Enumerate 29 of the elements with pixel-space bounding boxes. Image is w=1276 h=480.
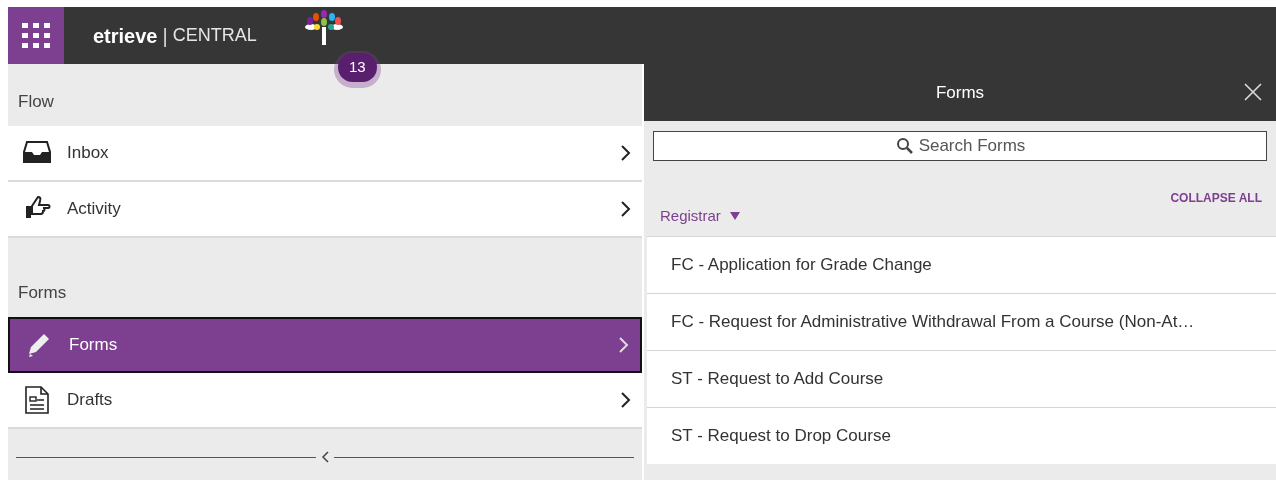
group-toggle[interactable]: Registrar	[660, 205, 740, 228]
sidebar-item[interactable]: Forms	[8, 317, 642, 373]
search-field[interactable]: Search Forms	[653, 131, 1267, 161]
section-heading: Flow	[18, 92, 54, 111]
product-name: CENTRAL	[172, 24, 257, 47]
close-button[interactable]	[1244, 83, 1262, 101]
close-icon	[1244, 83, 1262, 101]
chevron-right-icon	[620, 199, 632, 218]
app-launcher-button[interactable]	[8, 7, 64, 64]
sidebar-item[interactable]: Drafts	[8, 373, 642, 429]
form-list-item[interactable]: FC - Application for Grade Change	[647, 236, 1276, 293]
collapse-chevron-icon	[320, 450, 330, 464]
form-list-item[interactable]: ST - Request to Drop Course	[647, 407, 1276, 464]
brand-name: etrieve	[93, 23, 158, 49]
sidebar-item[interactable]: Inbox	[8, 125, 642, 182]
section-heading: Forms	[18, 282, 67, 302]
brand-separator: |	[162, 23, 168, 49]
chevron-right-icon	[620, 391, 632, 409]
sidebar-item[interactable]: Activity	[8, 181, 642, 238]
grid-icon	[22, 23, 50, 48]
drafts-icon	[23, 386, 51, 414]
notification-badge: 13	[338, 53, 377, 82]
chevron-right-icon	[620, 143, 632, 162]
form-list-item[interactable]: ST - Request to Add Course	[647, 350, 1276, 407]
chevron-right-icon	[618, 336, 630, 354]
panel-title: Forms	[935, 81, 985, 104]
search-icon	[896, 137, 914, 155]
form-list-item[interactable]: FC - Request for Administrative Withdrawal From a Course (Non-At…	[647, 293, 1276, 350]
collapse-all-link[interactable]: COLLAPSE ALL	[1170, 189, 1262, 207]
